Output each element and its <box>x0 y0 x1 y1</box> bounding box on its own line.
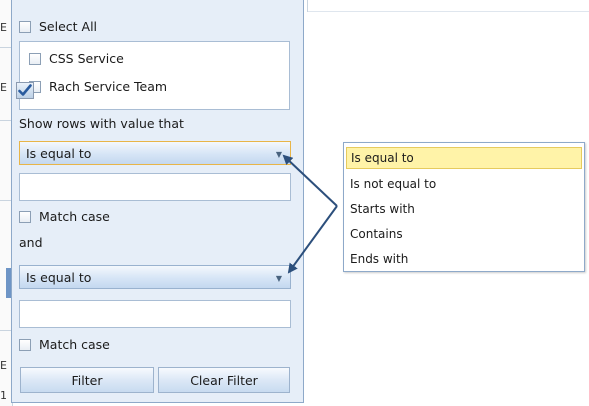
annotation-arrow <box>287 205 338 274</box>
annotation-arrows <box>282 154 338 274</box>
annotation-arrow <box>282 154 338 207</box>
